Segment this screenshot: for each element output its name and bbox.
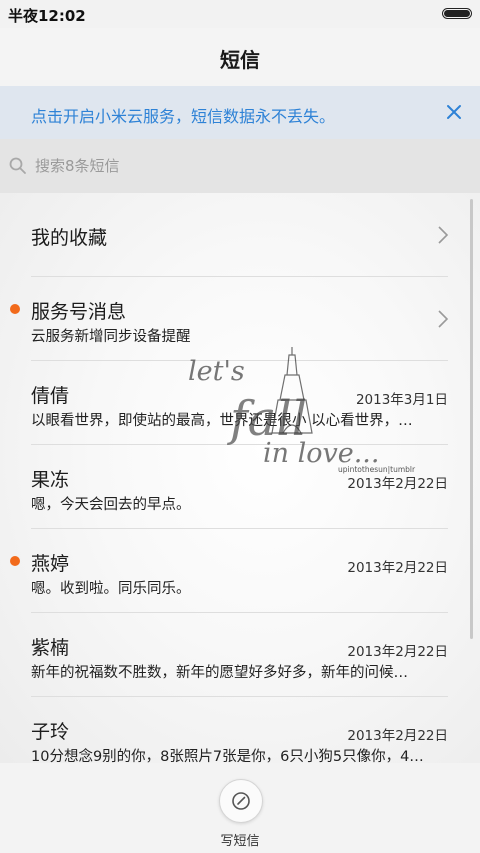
unread-dot [10,556,20,566]
conversation-preview: 10分想念9别的你，8张照片7张是你，6只小狗5只像你，4… [31,749,424,763]
conversation-row[interactable]: 燕婷 2013年2月22日 嗯。收到啦。同乐同乐。 [0,529,480,613]
conversation-name: 子玲 [31,721,70,743]
conversation-preview: 云服务新增同步设备提醒 [31,329,191,345]
search-input[interactable] [35,153,455,179]
search-bar[interactable] [0,139,480,193]
conversation-name: 燕婷 [31,553,70,575]
page-title: 短信 [220,48,260,72]
conversation-name: 紫楠 [31,637,70,659]
conversation-row[interactable]: 倩倩 2013年3月1日 以眼看世界，即使站的最高，世界还是很小 以心看世界，… [0,361,480,445]
bottom-bar: 写短信 [0,763,480,853]
conversation-preview: 嗯。收到啦。同乐同乐。 [31,581,191,597]
conversation-preview: 新年的祝福数不胜数，新年的愿望好多好多，新年的问候… [31,665,408,681]
title-bar: 短信 [0,28,480,86]
conversation-list[interactable]: 我的收藏 服务号消息 云服务新增同步设备提醒 倩倩 2013年3月1日 以眼看世… [0,193,480,763]
cloud-service-notice[interactable]: 点击开启小米云服务，短信数据永不丢失。 [0,86,480,139]
conversation-date: 2013年2月22日 [347,644,448,660]
conversation-row[interactable]: 果冻 2013年2月22日 嗯，今天会回去的早点。 [0,445,480,529]
status-bar: 半夜12:02 [0,0,480,28]
conversation-name: 我的收藏 [31,227,108,249]
conversation-date: 2013年3月1日 [355,392,448,408]
notice-text[interactable]: 点击开启小米云服务，短信数据永不丢失。 [31,103,335,127]
search-icon [9,157,26,174]
conversation-date: 2013年2月22日 [347,476,448,492]
compose-icon [232,792,250,810]
battery-icon [442,8,472,19]
chevron-right-icon [438,226,449,244]
chevron-right-icon [438,310,449,328]
conversation-date: 2013年2月22日 [347,560,448,576]
conversation-row[interactable]: 子玲 2013年2月22日 10分想念9别的你，8张照片7张是你，6只小狗5只像… [0,697,480,763]
conversation-name: 果冻 [31,469,70,491]
compose-button[interactable] [219,779,263,823]
close-icon[interactable] [442,100,466,124]
compose-label[interactable]: 写短信 [0,830,480,849]
conversation-date: 2013年2月22日 [347,728,448,744]
unread-dot [10,304,20,314]
conversation-preview: 以眼看世界，即使站的最高，世界还是很小 以心看世界，… [31,413,413,429]
status-time: 半夜12:02 [8,7,86,25]
conversation-name: 倩倩 [31,385,70,407]
conversation-row[interactable]: 紫楠 2013年2月22日 新年的祝福数不胜数，新年的愿望好多好多，新年的问候… [0,613,480,697]
conversation-row-service[interactable]: 服务号消息 云服务新增同步设备提醒 [0,277,480,361]
conversation-row-favorites[interactable]: 我的收藏 [0,193,480,277]
conversation-preview: 嗯，今天会回去的早点。 [31,497,191,513]
conversation-name: 服务号消息 [31,301,127,323]
